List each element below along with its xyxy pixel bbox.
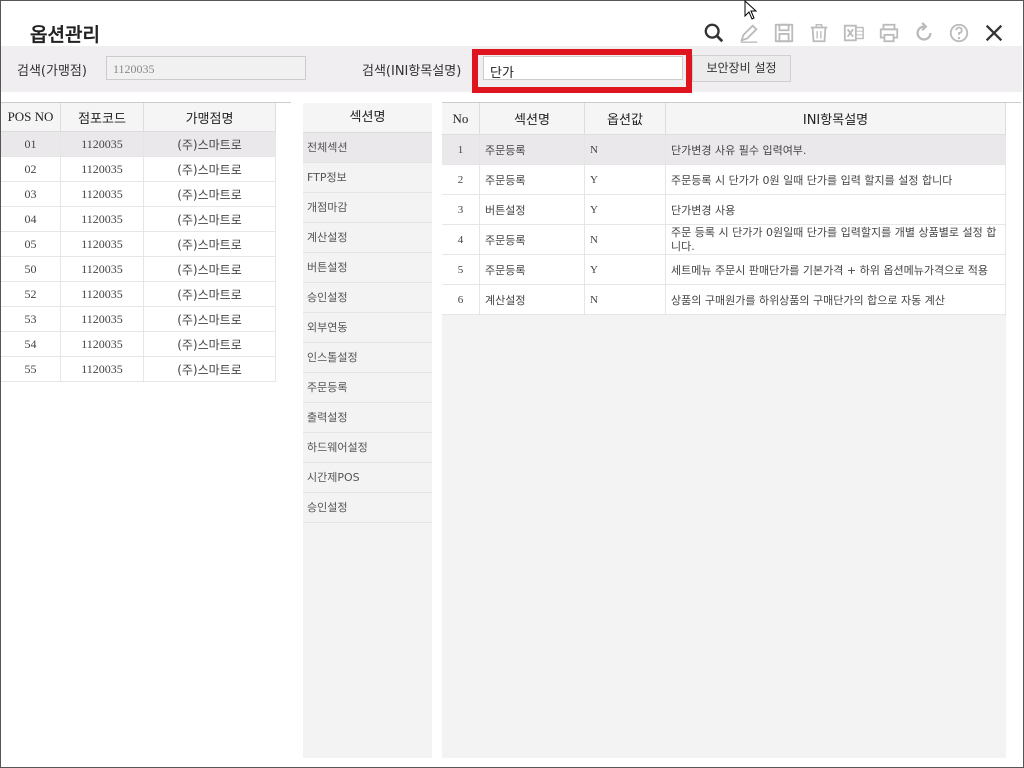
list-item[interactable]: 주문등록 [303, 373, 432, 403]
list-item[interactable]: 계산설정 [303, 223, 432, 253]
list-item[interactable]: 하드웨어설정 [303, 433, 432, 463]
table-row[interactable]: 52 1120035 (주)스마트로 [1, 281, 276, 307]
column-header-ini-description[interactable]: INI항목설명 [665, 103, 1006, 135]
delete-icon[interactable] [806, 20, 831, 45]
refresh-icon[interactable] [911, 20, 936, 45]
store-search-input[interactable]: 1120035 [106, 56, 306, 80]
close-icon[interactable] [981, 20, 1006, 45]
toolbar [701, 20, 1006, 45]
column-header-option-value[interactable]: 옵션값 [584, 103, 666, 135]
table-row[interactable]: 55 1120035 (주)스마트로 [1, 356, 276, 382]
table-row[interactable]: 2 주문등록 Y 주문등록 시 단가가 0원 일때 단가를 입력 할지를 설정 … [442, 164, 1006, 195]
table-row[interactable]: 05 1120035 (주)스마트로 [1, 231, 276, 257]
mouse-cursor-icon [744, 0, 758, 20]
list-item[interactable]: FTP정보 [303, 163, 432, 193]
excel-icon[interactable] [841, 20, 866, 45]
table-row[interactable]: 1 주문등록 N 단가변경 사유 필수 입력여부. [442, 134, 1006, 165]
list-item[interactable]: 외부연동 [303, 313, 432, 343]
list-item[interactable]: 승인설정 [303, 283, 432, 313]
pos-table: POS NO 점포코드 가맹점명 01 1120035 (주)스마트로 02 1120… [1, 103, 276, 382]
section-list-header: 섹션명 [303, 103, 432, 133]
help-icon[interactable] [946, 20, 971, 45]
column-header-store-name[interactable]: 가맹점명 [143, 103, 276, 132]
table-row[interactable]: 3 버튼설정 Y 단가변경 사용 [442, 194, 1006, 225]
ini-search-label: 검색(INI항목설명) [362, 64, 462, 79]
table-row[interactable]: 02 1120035 (주)스마트로 [1, 156, 276, 182]
list-item[interactable]: 승인설정 [303, 493, 432, 523]
search-highlight-box [472, 49, 692, 93]
edit-icon[interactable] [736, 20, 761, 45]
section-list: 섹션명 전체섹션 FTP정보 개점마감 계산설정 버튼설정 승인설정 외부연동 … [303, 103, 432, 758]
column-header-store-code[interactable]: 점포코드 [60, 103, 144, 132]
list-item[interactable]: 인스톨설정 [303, 343, 432, 373]
list-item[interactable]: 전체섹션 [303, 133, 432, 163]
table-row[interactable]: 4 주문등록 N 주문 등록 시 단가가 0원일때 단가를 입력할지를 개별 상… [442, 224, 1006, 255]
save-icon[interactable] [771, 20, 796, 45]
option-table: No 섹션명 옵션값 INI항목설명 1 주문등록 N 단가변경 사유 필수 입… [442, 103, 1006, 758]
print-icon[interactable] [876, 20, 901, 45]
table-row[interactable]: 03 1120035 (주)스마트로 [1, 181, 276, 207]
list-item[interactable]: 개점마감 [303, 193, 432, 223]
table-row[interactable]: 5 주문등록 Y 세트메뉴 주문시 판매단가를 기본가격 + 하위 옵션메뉴가격… [442, 254, 1006, 285]
table-row[interactable]: 6 계산설정 N 상품의 구매원가를 하위상품의 구매단가의 합으로 자동 계산 [442, 284, 1006, 315]
list-item[interactable]: 출력설정 [303, 403, 432, 433]
page-title: 옵션관리 [30, 24, 100, 46]
column-header-pos-no[interactable]: POS NO [1, 103, 61, 132]
list-item[interactable]: 시간제POS [303, 463, 432, 493]
list-item[interactable]: 버튼설정 [303, 253, 432, 283]
table-row[interactable]: 01 1120035 (주)스마트로 [1, 131, 276, 157]
table-row[interactable]: 54 1120035 (주)스마트로 [1, 331, 276, 357]
store-search-label: 검색(가맹점) [17, 64, 87, 79]
table-row[interactable]: 53 1120035 (주)스마트로 [1, 306, 276, 332]
table-row[interactable]: 50 1120035 (주)스마트로 [1, 256, 276, 282]
security-device-settings-button[interactable]: 보안장비 설정 [692, 55, 791, 82]
table-row[interactable]: 04 1120035 (주)스마트로 [1, 206, 276, 232]
search-icon[interactable] [701, 20, 726, 45]
column-header-section[interactable]: 섹션명 [479, 103, 585, 135]
column-header-no[interactable]: No [442, 103, 480, 135]
